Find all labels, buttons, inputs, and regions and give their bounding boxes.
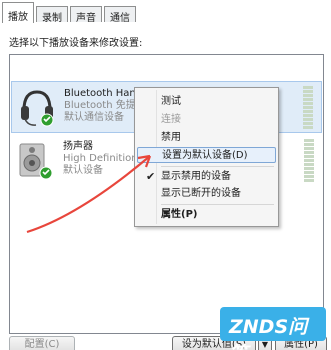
tab-playback[interactable]: 播放 <box>2 2 34 23</box>
watermark-text: ZNDS问答 <box>229 316 308 350</box>
znds-watermark-logo: ZNDS问答 <box>220 307 326 350</box>
annotation-arrow <box>26 154 152 234</box>
